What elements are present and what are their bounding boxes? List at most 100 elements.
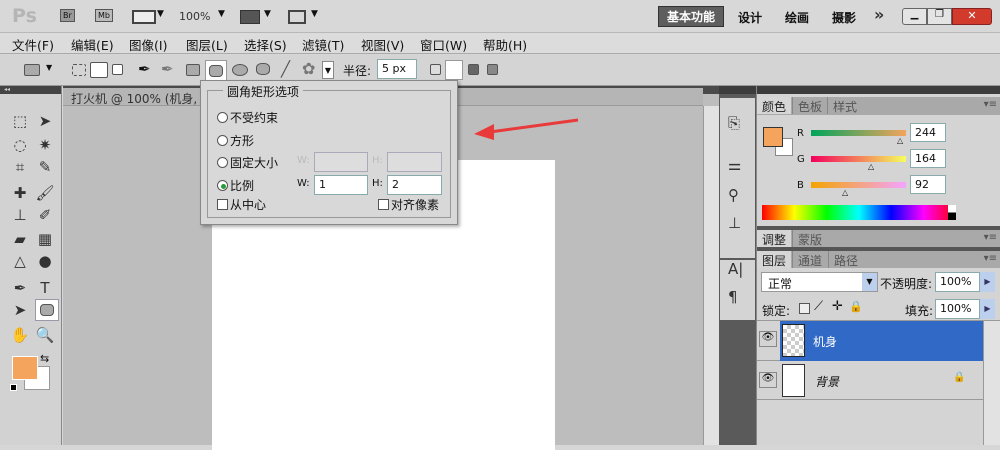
freeform-pen-icon[interactable]: ✒ (161, 60, 174, 78)
menu-image[interactable]: 图像(I) (129, 35, 167, 54)
arrange-documents-icon[interactable] (240, 10, 260, 24)
mini-bridge-button[interactable]: Mb (95, 9, 113, 22)
ellipse-icon[interactable] (232, 64, 248, 76)
polygon-icon[interactable] (256, 63, 270, 75)
history-panel-icon[interactable]: ⎘ (728, 114, 740, 132)
brush-tool-icon[interactable]: 🖌 (34, 184, 56, 202)
layer-row[interactable]: 👁 机身 (757, 321, 983, 361)
menu-file[interactable]: 文件(F) (12, 35, 54, 54)
g-value-input[interactable]: 164 (910, 149, 946, 168)
chevron-down-icon[interactable]: ▼ (46, 63, 52, 72)
from-center-checkbox[interactable]: 从中心 (217, 196, 266, 213)
r-slider-thumb[interactable]: △ (897, 136, 903, 145)
marquee-tool-icon[interactable]: ⬚ (9, 112, 31, 130)
line-icon[interactable]: ╱ (281, 60, 290, 78)
custom-shape-icon[interactable]: ✿ (302, 59, 315, 78)
panel-menu-icon[interactable]: ▾≡ (984, 99, 997, 110)
brush-presets-icon[interactable]: ⚌ (728, 156, 741, 174)
menu-select[interactable]: 选择(S) (244, 35, 287, 54)
rounded-rectangle-tool-button[interactable] (205, 60, 227, 81)
shape-layers-icon[interactable] (72, 64, 86, 76)
tab-adjustments[interactable]: 调整 (757, 230, 792, 247)
workspace-photography[interactable]: 摄影 (832, 9, 856, 26)
tool-preset-icon[interactable] (24, 64, 40, 76)
visibility-eye-icon[interactable]: 👁 (759, 372, 777, 388)
r-slider[interactable] (811, 130, 906, 136)
paths-icon[interactable] (90, 62, 108, 78)
layers-scrollbar[interactable] (983, 321, 1000, 445)
radius-input[interactable]: 5 px (377, 59, 417, 79)
panel-menu-icon[interactable]: ▾≡ (984, 232, 997, 243)
magic-wand-tool-icon[interactable]: ✷ (34, 136, 56, 154)
tab-layers[interactable]: 图层 (757, 251, 792, 268)
menu-help[interactable]: 帮助(H) (483, 35, 527, 54)
clone-source-icon[interactable]: ⊥ (728, 214, 741, 232)
combine-mode-intersect-icon[interactable] (487, 64, 498, 75)
zoom-tool-icon[interactable]: 🔍 (34, 326, 56, 344)
fill-input[interactable]: 100% (935, 299, 980, 319)
blur-tool-icon[interactable]: △ (9, 252, 31, 270)
fill-pixels-icon[interactable] (112, 64, 123, 75)
radio-unconstrained[interactable]: 不受约束 (217, 109, 278, 126)
layer-row[interactable]: 👁 背景 🔒 (757, 362, 983, 400)
g-slider-thumb[interactable]: △ (868, 162, 874, 171)
pen-tool-icon[interactable]: ✒ (9, 279, 31, 297)
lock-pixels-icon[interactable]: ⟋ (814, 299, 823, 314)
combine-mode-new-icon[interactable] (430, 64, 441, 75)
b-slider[interactable] (811, 182, 906, 188)
eyedropper-tool-icon[interactable]: ✎ (34, 158, 56, 176)
close-button[interactable]: ✕ (952, 8, 992, 25)
tab-swatches[interactable]: 色板 (792, 97, 828, 114)
color-spectrum-bar[interactable] (762, 205, 956, 220)
eraser-tool-icon[interactable]: ▰ (9, 230, 31, 248)
dodge-tool-icon[interactable]: ● (34, 252, 56, 270)
tab-masks[interactable]: 蒙版 (792, 230, 828, 247)
foreground-color-swatch[interactable] (12, 356, 38, 380)
g-slider[interactable] (811, 156, 906, 162)
combine-mode-subtract-icon[interactable] (468, 64, 479, 75)
character-panel-icon[interactable]: A| (728, 260, 743, 278)
history-brush-tool-icon[interactable]: ✐ (34, 206, 56, 224)
hand-tool-icon[interactable]: ✋ (9, 326, 31, 344)
menu-window[interactable]: 窗口(W) (420, 35, 467, 54)
paragraph-panel-icon[interactable]: ¶ (728, 288, 738, 306)
extras-icon[interactable] (132, 10, 156, 24)
more-workspaces-icon[interactable]: » (874, 5, 884, 24)
foreground-color-swatch[interactable] (763, 127, 783, 147)
fill-slider-button[interactable]: ▶ (980, 299, 995, 319)
tab-channels[interactable]: 通道 (792, 251, 828, 268)
path-selection-tool-icon[interactable]: ➤ (9, 301, 31, 319)
proportion-width-input[interactable]: 1 (314, 175, 368, 195)
proportion-height-input[interactable]: 2 (387, 175, 442, 195)
swap-colors-icon[interactable]: ⇆ (40, 352, 49, 365)
default-colors-icon[interactable] (10, 384, 17, 391)
vertical-scrollbar[interactable] (703, 106, 719, 445)
clone-stamp-tool-icon[interactable]: ⊥ (9, 206, 31, 224)
combine-mode-add-icon[interactable] (445, 60, 463, 80)
screen-mode-icon[interactable] (288, 10, 306, 24)
crop-tool-icon[interactable]: ⌗ (9, 158, 31, 176)
zoom-level[interactable]: 100% (179, 10, 210, 23)
menu-edit[interactable]: 编辑(E) (71, 35, 114, 54)
document-tab[interactable]: 打火机 @ 100% (机身, (71, 90, 197, 107)
toolbox-collapse-icon[interactable]: ◂◂ (0, 86, 61, 94)
tab-color[interactable]: 颜色 (757, 97, 792, 114)
rounded-rectangle-tool-button[interactable] (35, 299, 59, 321)
opacity-input[interactable]: 100% (935, 272, 980, 292)
blend-mode-select[interactable]: 正常 ▼ (761, 272, 878, 292)
lock-position-icon[interactable]: ✛ (832, 299, 843, 314)
r-value-input[interactable]: 244 (910, 123, 946, 142)
tab-styles[interactable]: 样式 (827, 97, 863, 114)
lasso-tool-icon[interactable]: ◌ (9, 136, 31, 154)
pen-icon[interactable]: ✒ (138, 60, 151, 78)
workspace-painting[interactable]: 绘画 (785, 9, 809, 26)
lock-transparency-icon[interactable] (799, 303, 810, 314)
radio-square[interactable]: 方形 (217, 132, 254, 149)
chevron-down-icon[interactable]: ▼ (157, 9, 164, 19)
rectangle-icon[interactable] (186, 64, 200, 76)
opacity-slider-button[interactable]: ▶ (980, 272, 995, 292)
layer-name[interactable]: 机身 (813, 333, 837, 350)
move-tool-icon[interactable]: ➤ (34, 112, 56, 130)
radio-proportional[interactable]: 比例 (217, 177, 254, 194)
menu-view[interactable]: 视图(V) (361, 35, 404, 54)
